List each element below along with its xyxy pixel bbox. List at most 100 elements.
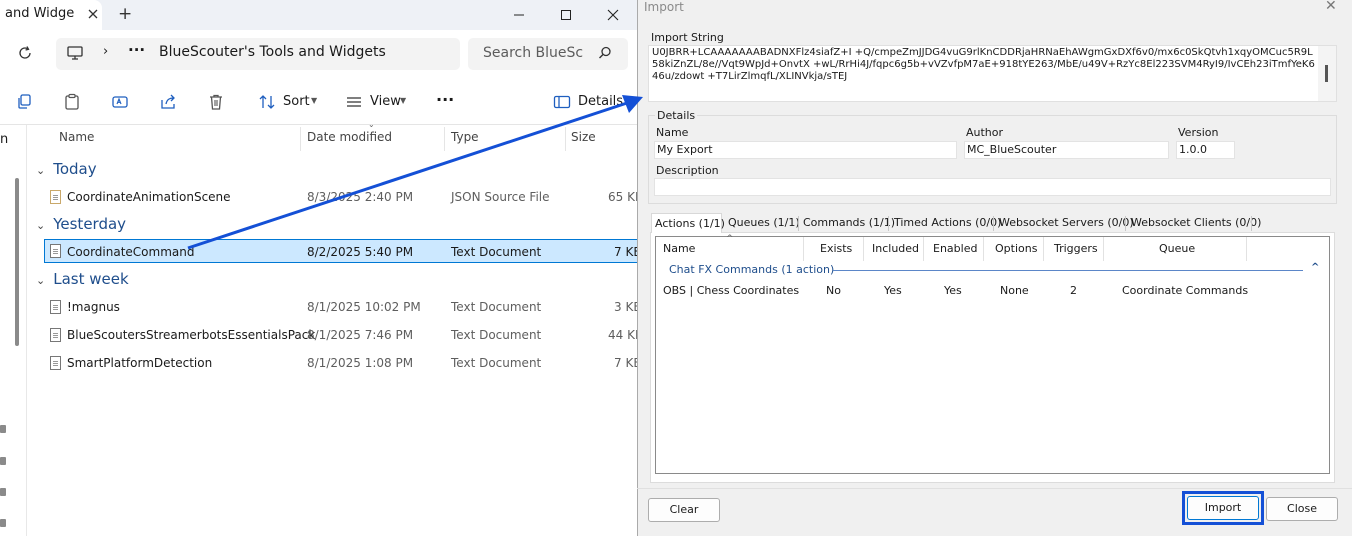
share-icon[interactable] xyxy=(159,93,177,111)
close-button[interactable]: Close xyxy=(1266,497,1338,521)
group-label: Last week xyxy=(53,270,129,288)
column-divider[interactable] xyxy=(300,127,301,151)
file-date: 8/3/2025 2:40 PM xyxy=(307,190,414,204)
tab-title: and Widge xyxy=(5,6,75,21)
list-column-divider[interactable] xyxy=(1043,237,1044,261)
column-header-date[interactable]: Date modified xyxy=(307,130,392,144)
list-cell-name[interactable]: OBS | Chess Coordinates xyxy=(663,284,799,297)
chevron-down-icon: ⌄ xyxy=(36,164,46,177)
list-column-divider[interactable] xyxy=(1103,237,1104,261)
breadcrumb[interactable]: BlueScouter's Tools and Widgets xyxy=(159,44,386,60)
description-field[interactable] xyxy=(654,178,1331,196)
list-header-included[interactable]: Included xyxy=(872,242,919,255)
see-more-button[interactable]: ··· xyxy=(436,90,454,109)
file-type: Text Document xyxy=(451,245,542,259)
explorer-tab[interactable]: and Widge xyxy=(0,0,102,30)
name-field[interactable]: My Export xyxy=(654,141,957,159)
file-type: Text Document xyxy=(451,356,542,370)
details-pane-icon[interactable] xyxy=(553,93,571,111)
list-header-name[interactable]: Name xyxy=(663,242,695,255)
refresh-icon[interactable] xyxy=(17,45,33,61)
copy-icon[interactable] xyxy=(16,93,34,111)
import-button-highlight xyxy=(1182,491,1264,525)
list-cell-included: Yes xyxy=(884,284,902,297)
list-group-header[interactable]: Chat FX Commands (1 action) xyxy=(669,263,834,276)
collapse-chevron-icon[interactable]: ^ xyxy=(1311,262,1319,273)
tab-actions[interactable]: Actions (1/1) xyxy=(651,213,725,233)
tab-queues[interactable]: Queues (1/1) xyxy=(725,213,803,233)
version-field[interactable]: 1.0.0 xyxy=(1176,141,1235,159)
text-file-icon xyxy=(50,244,61,258)
list-header-exists[interactable]: Exists xyxy=(820,242,852,255)
file-type: Text Document xyxy=(451,328,542,342)
close-window-button[interactable] xyxy=(590,0,636,30)
tab-commands[interactable]: Commands (1/1) xyxy=(800,213,898,233)
paste-icon[interactable] xyxy=(63,93,81,111)
tab-timed-actions[interactable]: Timed Actions (0/0) xyxy=(891,213,1004,233)
clear-button[interactable]: Clear xyxy=(648,498,720,522)
column-header-type[interactable]: Type xyxy=(451,130,479,144)
list-cell-enabled: Yes xyxy=(944,284,962,297)
search-placeholder: Search BlueScou xyxy=(483,45,583,61)
chevron-down-icon: ⌄ xyxy=(36,219,46,232)
view-button[interactable]: View xyxy=(370,94,401,109)
json-file-icon xyxy=(50,190,61,204)
nav-partial-label: n xyxy=(0,132,9,147)
monitor-icon xyxy=(67,46,83,60)
new-tab-icon[interactable]: + xyxy=(118,6,132,23)
name-label: Name xyxy=(656,126,689,139)
group-header-today[interactable]: ⌄ Today xyxy=(36,160,97,178)
list-cell-options: None xyxy=(1000,284,1029,297)
command-bar xyxy=(0,82,640,125)
tab-divider xyxy=(1125,216,1126,231)
pin-icon xyxy=(0,425,6,433)
file-date: 8/1/2025 10:02 PM xyxy=(307,300,421,314)
list-header-options[interactable]: Options xyxy=(995,242,1037,255)
column-divider[interactable] xyxy=(444,127,445,151)
list-group-divider xyxy=(833,270,1303,271)
list-cell-triggers: 2 xyxy=(1070,284,1077,297)
column-header-name[interactable]: Name xyxy=(59,130,94,144)
version-label: Version xyxy=(1178,126,1219,139)
author-field[interactable]: MC_BlueScouter xyxy=(964,141,1169,159)
list-column-divider[interactable] xyxy=(983,237,984,261)
list-cell-queue: Coordinate Commands xyxy=(1122,284,1249,297)
sort-icon[interactable] xyxy=(258,93,276,111)
search-icon xyxy=(599,46,611,59)
list-column-divider[interactable] xyxy=(1246,237,1247,261)
list-header-queue[interactable]: Queue xyxy=(1159,242,1195,255)
close-icon xyxy=(607,9,619,21)
dialog-close-icon[interactable]: ✕ xyxy=(1325,0,1337,14)
list-column-divider[interactable] xyxy=(863,237,864,261)
list-header-enabled[interactable]: Enabled xyxy=(933,242,977,255)
sort-button[interactable]: Sort xyxy=(283,94,310,109)
view-icon[interactable] xyxy=(345,93,363,111)
list-column-divider[interactable] xyxy=(803,237,804,261)
column-divider[interactable] xyxy=(565,127,566,151)
chevron-right-icon: › xyxy=(103,44,109,59)
rename-icon[interactable] xyxy=(111,93,129,111)
group-header-yesterday[interactable]: ⌄ Yesterday xyxy=(36,215,126,233)
chevron-down-icon: ⌄ xyxy=(36,274,46,287)
list-header-triggers[interactable]: Triggers xyxy=(1054,242,1098,255)
details-button[interactable]: Details xyxy=(578,94,623,109)
minimize-button[interactable] xyxy=(496,0,542,30)
nav-scrollbar[interactable] xyxy=(15,178,19,346)
file-name: BlueScoutersStreamerbotsEssentialsPack xyxy=(67,328,316,342)
scroll-thumb[interactable] xyxy=(1325,65,1328,82)
file-date: 8/1/2025 1:08 PM xyxy=(307,356,414,370)
text-file-icon xyxy=(50,328,61,342)
delete-icon[interactable] xyxy=(207,93,225,111)
file-name: CoordinateAnimationScene xyxy=(67,190,231,204)
list-column-divider[interactable] xyxy=(923,237,924,261)
maximize-button[interactable] xyxy=(543,0,589,30)
group-header-last-week[interactable]: ⌄ Last week xyxy=(36,270,129,288)
close-icon[interactable] xyxy=(86,7,100,21)
more-path-icon[interactable]: ··· xyxy=(128,41,145,59)
tab-websocket-servers[interactable]: Websocket Servers (0/0) xyxy=(996,213,1137,233)
chevron-down-icon: ▼ xyxy=(400,96,407,105)
tab-websocket-clients[interactable]: Websocket Clients (0/0) xyxy=(1128,213,1264,233)
column-header-size[interactable]: Size xyxy=(571,130,596,144)
file-type: JSON Source File xyxy=(451,190,550,204)
file-explorer-window: and Widge + › ··· BlueScouter's Tools an… xyxy=(0,0,643,536)
